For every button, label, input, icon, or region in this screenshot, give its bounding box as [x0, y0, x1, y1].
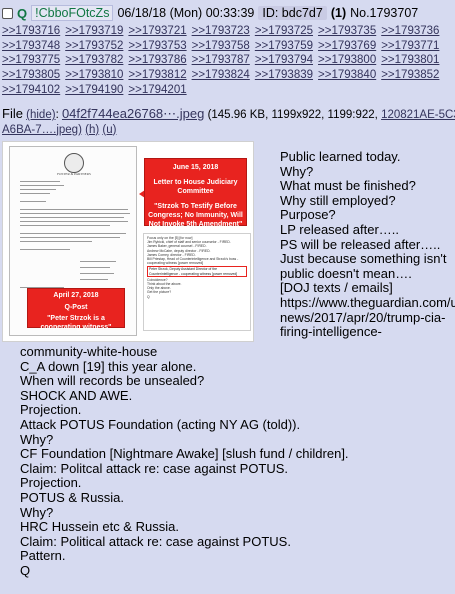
u-link[interactable]: (u) [102, 124, 116, 136]
tripcode: !CbboFOtcZs [31, 5, 114, 21]
reply-link[interactable]: >>1793775 [2, 54, 60, 66]
reply-link[interactable]: >>1793782 [65, 54, 123, 66]
callout-letter-quote: "Strzok To Testify Before Congress; No I… [148, 203, 243, 228]
reply-link[interactable]: >>1793812 [128, 69, 186, 81]
letter-text-line [80, 273, 114, 274]
callout-qpost-sub: Q-Post [64, 303, 88, 311]
post-date: 06/18/18 (Mon) 00:33:39 [117, 6, 255, 20]
letter-text-line [20, 237, 120, 238]
quoted-highlight: Peter Strzok, Deputy Assistant Director … [147, 266, 247, 277]
callout-qpost: April 27, 2018 Q-Post "Peter Strzok is a… [27, 288, 125, 331]
original-filename-cont[interactable]: A6BA-7….jpeg) [2, 124, 82, 136]
post-body-bottom: community-white-house C_A down [19] this… [20, 344, 349, 578]
reply-link[interactable]: >>1793787 [192, 54, 250, 66]
callout-letter-sub: Letter to House Judiciary Committee [153, 179, 238, 195]
reply-link[interactable]: >>1793801 [381, 54, 439, 66]
reply-link[interactable]: >>1794102 [2, 84, 60, 96]
reply-link[interactable]: >>1793794 [255, 54, 313, 66]
callout-letter-date: June 15, 2018 [172, 164, 219, 171]
reply-link[interactable]: >>1793758 [192, 40, 250, 52]
hide-link[interactable]: (hide) [26, 109, 55, 121]
letter-text-line [20, 241, 92, 242]
letter-text-line [80, 279, 108, 280]
reply-link[interactable]: >>1794201 [128, 84, 186, 96]
callout-qpost-quote: "Peter Strzok is a cooperating witness" [40, 315, 112, 331]
callout-letter: June 15, 2018 Letter to House Judiciary … [144, 158, 247, 228]
letter-text-line [20, 209, 128, 210]
letter-text-line [20, 189, 56, 190]
poster-name: Q [17, 5, 28, 21]
file-label: File [2, 107, 23, 121]
letter-text-line [80, 267, 110, 268]
letter-text-line [20, 221, 128, 222]
letter-text-line [20, 225, 110, 226]
reply-link[interactable]: >>1793839 [255, 69, 313, 81]
reply-link[interactable]: >>1793719 [65, 25, 123, 37]
reply-link[interactable]: >>1793769 [318, 40, 376, 52]
reply-link[interactable]: >>1794190 [65, 84, 123, 96]
reply-link[interactable]: >>1793771 [381, 40, 439, 52]
post-image[interactable]: FOSTER & PARTNERS June 15, 2018 Letter t… [2, 141, 254, 342]
letter-text-line [20, 233, 126, 234]
seal-caption: FOSTER & PARTNERS [57, 172, 91, 176]
quoted-line: Bill Priestap, Head of Counterintelligen… [147, 257, 239, 266]
post-body-right: Public learned today. Why? What must be … [280, 149, 455, 340]
h-link[interactable]: (h) [85, 124, 99, 136]
reply-link[interactable]: >>1793824 [192, 69, 250, 81]
reply-link[interactable]: >>1793759 [255, 40, 313, 52]
reply-link[interactable]: >>1793800 [318, 54, 376, 66]
letter-text-line [20, 201, 46, 202]
letter-text-line [20, 213, 130, 214]
post-header: Q !CbboFOtcZs 06/18/18 (Mon) 00:33:39 ID… [2, 4, 455, 22]
file-info: File (hide): 04f2f744ea26768⋯.jpeg (145.… [2, 107, 455, 137]
file-link[interactable]: 04f2f744ea26768⋯.jpeg [62, 107, 204, 121]
letter-text-line [20, 217, 124, 218]
reply-link[interactable]: >>1793716 [2, 25, 60, 37]
letter-text-line [20, 249, 70, 250]
reply-links: >>1793716 >>1793719 >>1793721 >>1793723 >>17… [2, 24, 455, 98]
reply-link[interactable]: >>1793736 [381, 25, 439, 37]
letter-text-line [20, 193, 50, 194]
reply-link[interactable]: >>1793735 [318, 25, 376, 37]
reply-link[interactable]: >>1793721 [128, 25, 186, 37]
file-meta: (145.96 KB, 1199x922, 1199:922, [207, 109, 378, 121]
post-number[interactable]: No.1793707 [350, 6, 418, 20]
id-post-count: (1) [330, 6, 347, 20]
reply-link[interactable]: >>1793805 [2, 69, 60, 81]
reply-link[interactable]: >>1793753 [128, 40, 186, 52]
quoted-post-screenshot: Focus only on the [5] [for now] Jim Rybic… [143, 233, 251, 331]
law-firm-seal-icon [64, 153, 84, 173]
reply-link[interactable]: >>1793840 [318, 69, 376, 81]
letter-text-line [20, 181, 60, 182]
reply-link[interactable]: >>1793752 [65, 40, 123, 52]
letter-text-line [20, 185, 64, 186]
reply-link[interactable]: >>1793810 [65, 69, 123, 81]
quoted-line: Q [147, 294, 150, 299]
poster-id[interactable]: ID: bdc7d7 [258, 6, 327, 20]
letter-text-line [80, 261, 116, 262]
original-filename[interactable]: 120821AE-5C3A-40 [381, 109, 455, 121]
reply-link[interactable]: >>1793725 [255, 25, 313, 37]
reply-link[interactable]: >>1793723 [192, 25, 250, 37]
reply-link[interactable]: >>1793786 [128, 54, 186, 66]
checkbox-icon[interactable] [2, 7, 13, 19]
callout-qpost-date: April 27, 2018 [53, 292, 99, 299]
reply-link[interactable]: >>1793852 [381, 69, 439, 81]
reply-link[interactable]: >>1793748 [2, 40, 60, 52]
